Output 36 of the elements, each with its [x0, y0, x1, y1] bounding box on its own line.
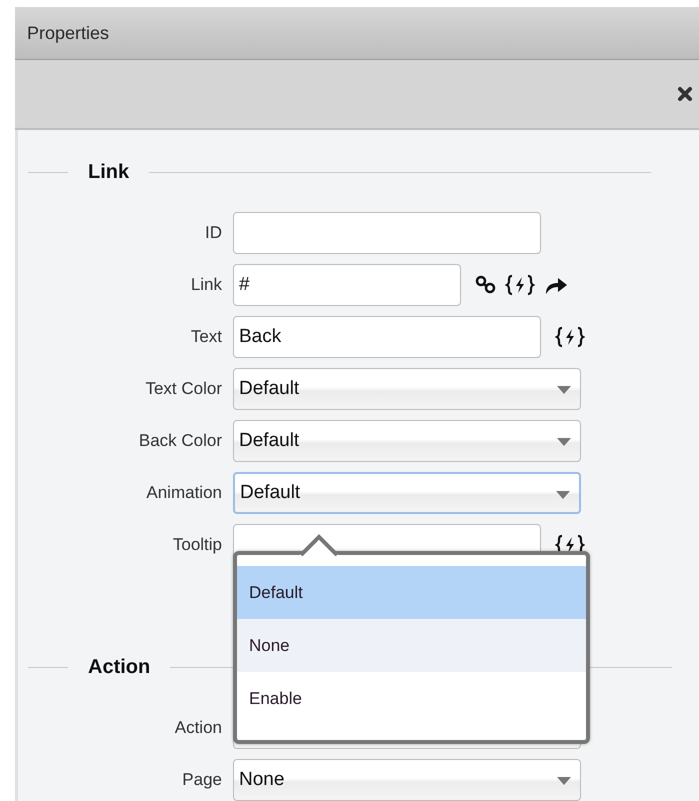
text-field[interactable]: #	[233, 264, 461, 306]
text-field[interactable]: Back	[233, 316, 541, 358]
dropdown-select[interactable]: Default	[233, 420, 581, 462]
field-value: #	[239, 274, 250, 296]
panel-title: Properties	[27, 22, 110, 44]
section-legend: Link	[68, 160, 150, 184]
text-field[interactable]	[233, 212, 541, 254]
menu-option[interactable]: None	[237, 619, 586, 672]
select-value: None	[239, 769, 284, 791]
caret-icon	[557, 386, 571, 394]
caret-icon	[556, 491, 570, 499]
section-legend: Action	[68, 656, 170, 678]
close-icon	[677, 86, 693, 102]
chain-link-icon[interactable]	[475, 275, 497, 295]
menu-option[interactable]: Enable	[237, 672, 586, 725]
select-value: Default	[240, 482, 300, 504]
field-label: Text Color	[144, 379, 222, 399]
select-value: Default	[239, 430, 300, 452]
braces-bolt-icon[interactable]	[555, 326, 585, 348]
field-label: Text	[190, 327, 222, 347]
field-label: Back Color	[138, 431, 222, 451]
braces-bolt-icon[interactable]	[505, 274, 535, 296]
menu-option[interactable]: Default	[237, 566, 586, 619]
field-label: Action	[174, 718, 222, 738]
dropdown-select[interactable]: None	[233, 759, 581, 801]
field-label: Tooltip	[172, 535, 222, 555]
field-value: Back	[239, 326, 282, 348]
dropdown-select[interactable]: Default	[233, 472, 581, 514]
dropdown-select[interactable]: Default	[233, 368, 581, 410]
field-label: Animation	[145, 483, 222, 503]
select-value: Default	[239, 378, 300, 400]
caret-icon	[557, 777, 571, 785]
caret-icon	[557, 438, 571, 446]
field-label: ID	[204, 223, 222, 243]
field-label: Page	[181, 770, 222, 790]
field-label: Link	[190, 275, 222, 295]
